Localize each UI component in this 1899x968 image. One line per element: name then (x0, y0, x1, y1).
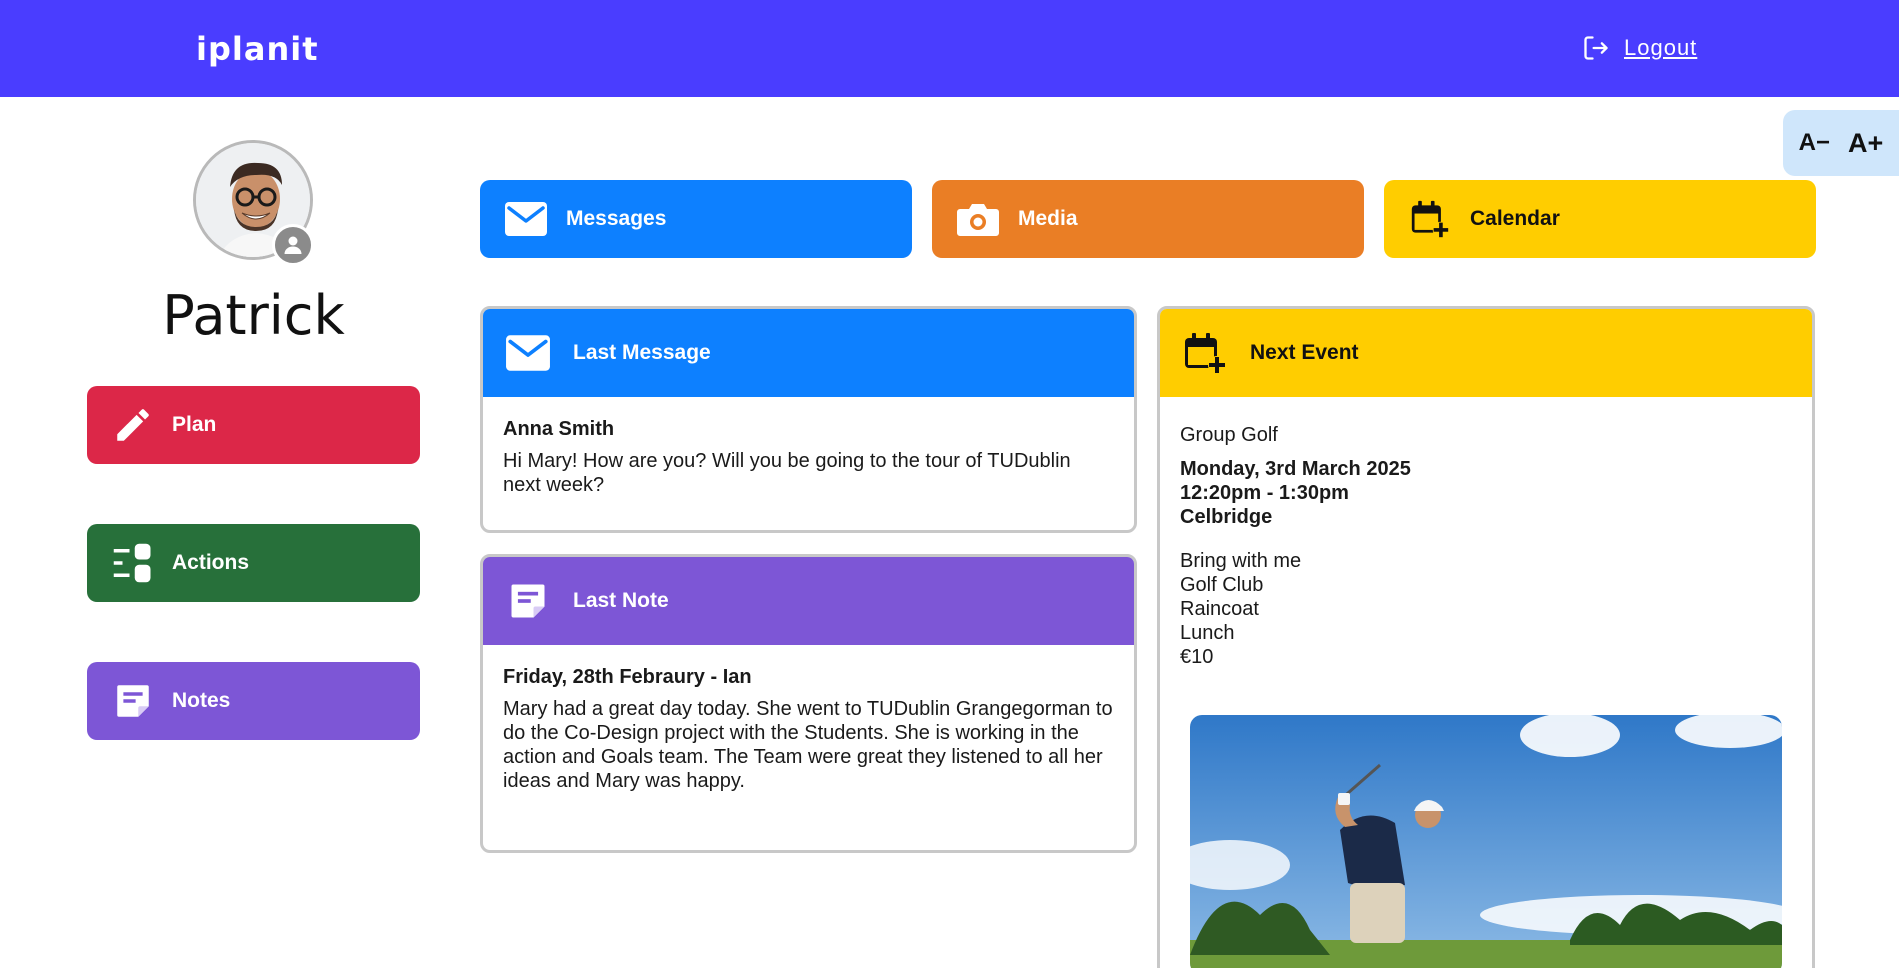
sidebar-item-notes[interactable]: Notes (87, 662, 420, 740)
note-title: Friday, 28th Febraury - Ian (503, 666, 752, 688)
card-body: Anna Smith Hi Mary! How are you? Will yo… (483, 397, 1134, 517)
logout-icon (1584, 36, 1608, 60)
tile-label: Calendar (1470, 207, 1560, 230)
bring-item: Raincoat (1180, 598, 1259, 620)
pencil-icon (117, 409, 149, 441)
tile-label: Messages (566, 207, 667, 230)
card-header: Last Message (483, 309, 1134, 397)
decrease-font-button[interactable]: A− (1799, 129, 1830, 157)
event-date: Monday, 3rd March 2025 (1180, 458, 1411, 480)
card-body: Friday, 28th Febraury - Ian Mary had a g… (483, 645, 1134, 813)
increase-font-button[interactable]: A+ (1848, 128, 1883, 159)
font-size-controls: A− A+ (1783, 110, 1899, 176)
calendar-plus-icon (1411, 200, 1450, 239)
calendar-plus-icon (1185, 333, 1226, 374)
user-name: Patrick (162, 284, 345, 347)
envelope-icon (506, 335, 550, 371)
event-photo (1190, 715, 1782, 968)
sidebar-item-plan[interactable]: Plan (87, 386, 420, 464)
profile-badge-icon[interactable] (272, 224, 314, 266)
camera-icon (957, 204, 999, 236)
note-icon (511, 584, 545, 618)
bring-item: Lunch (1180, 622, 1235, 644)
event-title: Group Golf (1180, 424, 1278, 446)
bring-item: €10 (1180, 646, 1214, 668)
toggles-icon (113, 543, 151, 583)
event-time: 12:20pm - 1:30pm (1180, 482, 1349, 504)
sidebar-item-label: Notes (172, 689, 231, 712)
card-title: Last Note (573, 589, 669, 612)
card-title: Next Event (1250, 341, 1359, 364)
sidebar-item-label: Actions (172, 551, 250, 574)
bring-item: Golf Club (1180, 574, 1264, 596)
brand-logo[interactable]: iplanit (196, 30, 318, 68)
tile-media[interactable]: Media (932, 180, 1364, 258)
card-title: Last Message (573, 341, 711, 364)
bring-label: Bring with me (1180, 550, 1302, 572)
message-text: Hi Mary! How are you? Will you be going … (503, 450, 1071, 496)
logout-link[interactable]: Logout (1582, 34, 1697, 62)
last-note-card[interactable]: Last Note Friday, 28th Febraury - Ian Ma… (480, 554, 1137, 853)
tile-calendar[interactable]: Calendar (1384, 180, 1816, 258)
tile-messages[interactable]: Messages (480, 180, 912, 258)
event-location: Celbridge (1180, 506, 1273, 528)
last-message-card[interactable]: Last Message Anna Smith Hi Mary! How are… (480, 306, 1137, 533)
tile-label: Media (1018, 207, 1078, 230)
sidebar-item-actions[interactable]: Actions (87, 524, 420, 602)
card-body: Group Golf Monday, 3rd March 2025 12:20p… (1160, 397, 1812, 689)
envelope-icon (505, 202, 547, 236)
message-sender: Anna Smith (503, 418, 615, 440)
note-text: Mary had a great day today. She went to … (503, 698, 1113, 792)
logout-label: Logout (1624, 35, 1698, 60)
note-icon (117, 685, 149, 717)
card-header: Last Note (483, 557, 1134, 645)
sidebar-item-label: Plan (172, 413, 217, 436)
top-navbar: iplanit Logout (0, 0, 1899, 97)
card-header: Next Event (1160, 309, 1812, 397)
